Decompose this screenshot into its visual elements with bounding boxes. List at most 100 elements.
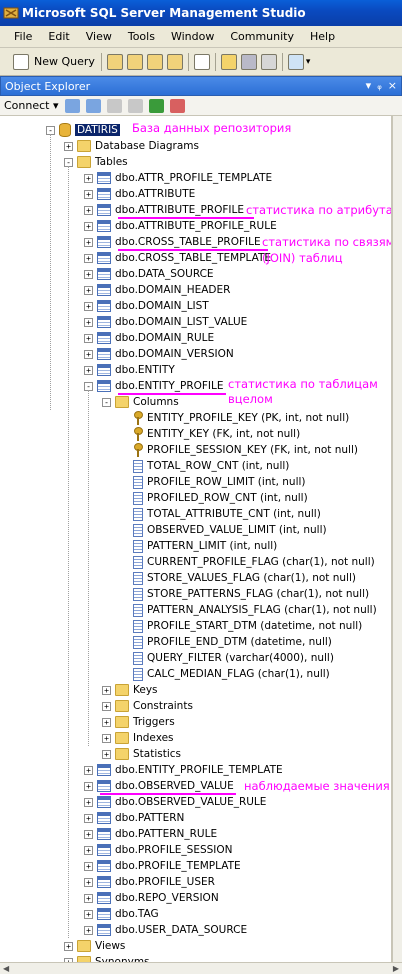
column-node[interactable]: ENTITY_PROFILE_KEY (PK, int, not null) [120,410,349,426]
folder-keys[interactable]: + Keys [102,682,158,698]
table-node[interactable]: + dbo.PROFILE_USER [84,874,215,890]
window-position-icon[interactable]: ▾ [366,79,372,92]
table-node[interactable]: + dbo.PROFILE_SESSION [84,842,233,858]
expand-icon[interactable]: + [84,781,93,791]
expand-icon[interactable]: + [84,205,93,215]
expand-icon[interactable]: + [102,749,111,759]
stop-icon[interactable] [106,98,122,113]
analysis-query-icon[interactable] [126,53,143,70]
expand-icon[interactable]: + [84,285,93,295]
expand-icon[interactable]: + [84,365,93,375]
pin-icon[interactable]: ᵩ [377,79,382,92]
column-node[interactable]: TOTAL_ATTRIBUTE_CNT (int, null) [120,506,321,522]
menu-edit[interactable]: Edit [40,30,77,43]
table-node[interactable]: + dbo.CROSS_TABLE_TEMPLATE [84,250,271,266]
column-node[interactable]: PATTERN_ANALYSIS_FLAG (char(1), not null… [120,602,377,618]
expand-icon[interactable]: + [64,141,73,151]
activity-monitor-icon[interactable] [287,53,304,70]
expand-icon[interactable]: + [84,221,93,231]
table-node[interactable]: + dbo.REPO_VERSION [84,890,219,906]
window-title-bar[interactable]: Microsoft SQL Server Management Studio [0,0,402,26]
print-icon[interactable] [260,53,277,70]
expand-icon[interactable]: + [84,925,93,935]
expand-icon[interactable]: + [84,173,93,183]
new-query-button[interactable]: New Query [8,51,98,73]
save-icon[interactable] [240,53,257,70]
disconnect-icon[interactable] [85,98,101,113]
column-node[interactable]: ENTITY_KEY (FK, int, not null) [120,426,300,442]
table-node[interactable]: + dbo.DOMAIN_LIST_VALUE [84,314,247,330]
table-node[interactable]: + dbo.OBSERVED_VALUE_RULE [84,794,266,810]
column-node[interactable]: PROFILE_END_DTM (datetime, null) [120,634,332,650]
expand-icon[interactable]: + [84,829,93,839]
table-node[interactable]: + dbo.TAG [84,906,159,922]
folder-constraints[interactable]: + Constraints [102,698,193,714]
column-node[interactable]: PATTERN_LIMIT (int, null) [120,538,277,554]
menu-community[interactable]: Community [222,30,302,43]
table-node[interactable]: + dbo.ATTR_PROFILE_TEMPLATE [84,170,272,186]
folder-triggers[interactable]: + Triggers [102,714,175,730]
menu-file[interactable]: File [6,30,40,43]
expand-icon[interactable]: + [84,237,93,247]
filter-icon[interactable] [127,98,143,113]
expand-icon[interactable]: + [84,893,93,903]
expand-icon[interactable]: + [84,189,93,199]
dmx-query-icon[interactable] [146,53,163,70]
folder-indexes[interactable]: + Indexes [102,730,174,746]
expand-icon[interactable]: + [84,253,93,263]
xmla-query-icon[interactable] [166,53,183,70]
new-file-icon[interactable] [193,53,210,70]
column-node[interactable]: TOTAL_ROW_CNT (int, null) [120,458,289,474]
table-node[interactable]: + dbo.OBSERVED_VALUE [84,778,234,794]
expand-icon[interactable]: + [102,717,111,727]
summary-icon[interactable] [169,98,185,113]
folder-statistics[interactable]: + Statistics [102,746,181,762]
expand-icon[interactable]: + [84,317,93,327]
expand-icon[interactable]: + [84,333,93,343]
expand-icon[interactable]: + [84,797,93,807]
table-node[interactable]: - dbo.ENTITY_PROFILE [84,378,224,394]
database-node-datiris[interactable]: - DATIRIS [46,122,120,138]
object-explorer-tree[interactable]: - DATIRIS + Database Diagrams - Tables + dbo.AT… [0,116,392,962]
folder-views[interactable]: + Views [64,938,125,954]
column-node[interactable]: PROFILED_ROW_CNT (int, null) [120,490,308,506]
expand-icon[interactable]: + [84,845,93,855]
menu-view[interactable]: View [78,30,120,43]
column-node[interactable]: PROFILE_SESSION_KEY (FK, int, not null) [120,442,358,458]
scroll-left-icon[interactable]: ◀ [3,964,9,973]
column-node[interactable]: CURRENT_PROFILE_FLAG (char(1), not null) [120,554,375,570]
folder-columns[interactable]: - Columns [102,394,179,410]
expand-icon[interactable]: + [102,733,111,743]
expand-icon[interactable]: + [84,861,93,871]
menu-tools[interactable]: Tools [120,30,163,43]
expand-icon[interactable]: + [84,813,93,823]
collapse-icon[interactable]: - [102,397,111,407]
table-node[interactable]: + dbo.ENTITY [84,362,175,378]
table-node[interactable]: + dbo.CROSS_TABLE_PROFILE [84,234,261,250]
column-node[interactable]: STORE_VALUES_FLAG (char(1), not null) [120,570,356,586]
folder-tables[interactable]: - Tables [64,154,128,170]
scroll-right-icon[interactable]: ▶ [393,964,399,973]
table-node[interactable]: + dbo.DATA_SOURCE [84,266,214,282]
refresh-icon[interactable] [148,98,164,113]
column-node[interactable]: STORE_PATTERNS_FLAG (char(1), not null) [120,586,369,602]
db-engine-query-icon[interactable] [106,53,123,70]
expand-icon[interactable]: + [84,269,93,279]
toolbar-overflow-icon[interactable]: ▾ [306,57,311,67]
open-folder-icon[interactable] [220,53,237,70]
table-node[interactable]: + dbo.DOMAIN_LIST [84,298,209,314]
expand-icon[interactable]: + [84,301,93,311]
menu-help[interactable]: Help [302,30,343,43]
table-node[interactable]: + dbo.ATTRIBUTE [84,186,195,202]
column-node[interactable]: PROFILE_ROW_LIMIT (int, null) [120,474,306,490]
expand-icon[interactable]: + [84,877,93,887]
folder-database-diagrams[interactable]: + Database Diagrams [64,138,199,154]
column-node[interactable]: CALC_MEDIAN_FLAG (char(1), null) [120,666,330,682]
connect-button[interactable]: Connect ▾ [4,99,59,112]
close-icon[interactable]: × [388,79,397,92]
column-node[interactable]: PROFILE_START_DTM (datetime, not null) [120,618,362,634]
column-node[interactable]: OBSERVED_VALUE_LIMIT (int, null) [120,522,327,538]
connect-icon[interactable] [64,98,80,113]
table-node[interactable]: + dbo.DOMAIN_VERSION [84,346,234,362]
table-node[interactable]: + dbo.PATTERN [84,810,184,826]
